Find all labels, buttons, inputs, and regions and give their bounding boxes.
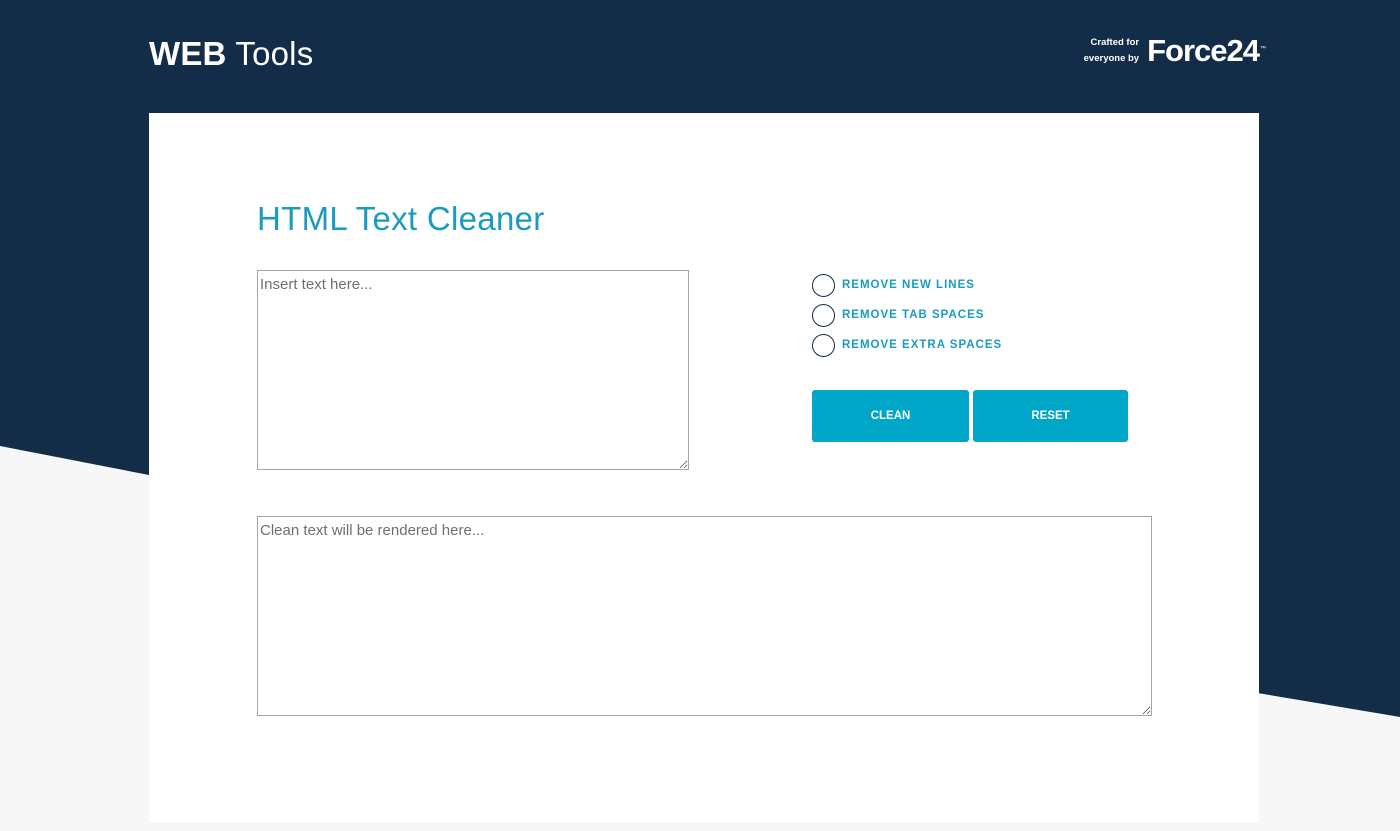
clean-options: REMOVE NEW LINES REMOVE TAB SPACES REMOV…	[812, 270, 1002, 360]
output-textarea[interactable]	[257, 516, 1152, 716]
radio-remove-tab-spaces[interactable]	[812, 303, 835, 327]
crafted-text: Crafted for everyone by	[1084, 35, 1139, 67]
radio-remove-new-lines[interactable]	[812, 273, 835, 297]
option-label: REMOVE EXTRA SPACES	[842, 339, 1003, 351]
tool-card: HTML Text Cleaner REMOVE NEW LINES REMOV…	[149, 113, 1259, 822]
option-label: REMOVE NEW LINES	[842, 279, 975, 291]
reset-button[interactable]: RESET	[973, 390, 1128, 442]
force24-wordmark: Force24	[1147, 33, 1260, 68]
radio-remove-extra-spaces[interactable]	[812, 333, 835, 357]
crafted-line-1: Crafted for	[1090, 37, 1140, 48]
page-title: HTML Text Cleaner	[257, 200, 545, 237]
input-textarea[interactable]	[257, 270, 689, 470]
brand-light: Tools	[235, 35, 314, 72]
web-tools-logo[interactable]: WEB Tools	[149, 34, 313, 74]
option-remove-new-lines[interactable]: REMOVE NEW LINES	[812, 270, 1002, 300]
site-header: WEB Tools Crafted for everyone by Force2…	[0, 0, 1400, 113]
option-label: REMOVE TAB SPACES	[842, 309, 985, 321]
option-remove-extra-spaces[interactable]: REMOVE EXTRA SPACES	[812, 330, 1002, 360]
force24-logo: Force24 ™	[1147, 33, 1266, 68]
clean-button[interactable]: CLEAN	[812, 390, 969, 442]
crafted-by[interactable]: Crafted for everyone by Force24 ™	[1084, 33, 1266, 68]
crafted-line-2: everyone by	[1083, 53, 1140, 64]
option-remove-tab-spaces[interactable]: REMOVE TAB SPACES	[812, 300, 1002, 330]
trademark-mark: ™	[1260, 46, 1266, 52]
brand-bold: WEB	[149, 35, 227, 72]
